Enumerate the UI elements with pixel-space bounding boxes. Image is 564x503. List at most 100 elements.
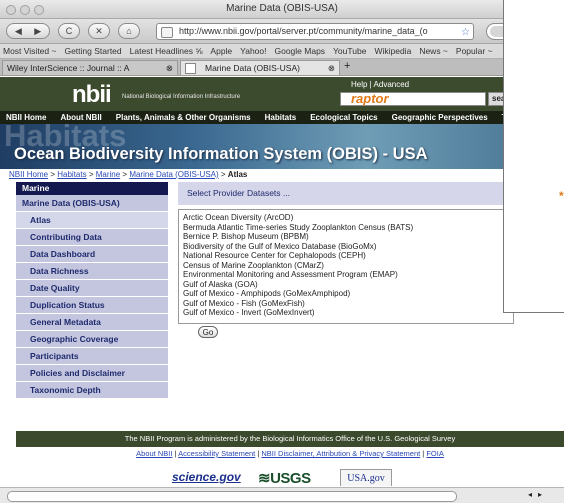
dataset-option[interactable]: Bernice P. Bishop Museum (BPBM)	[183, 232, 513, 242]
bookmark-item[interactable]: Yahoo!	[240, 46, 266, 56]
sidebar-item-policies-and-disclaimer[interactable]: Policies and Disclaimer	[16, 365, 168, 382]
dataset-option[interactable]: Gulf of Mexico - Amphipods (GoMexAmphipo…	[183, 289, 513, 299]
bookmark-item[interactable]: Google Maps	[274, 46, 325, 56]
go-button[interactable]: Go	[198, 326, 218, 338]
tab-wiley[interactable]: Wiley InterScience :: Journal :: A ⊗	[2, 60, 178, 75]
page-icon	[185, 63, 196, 74]
top-nav-link[interactable]: Ecological Topics	[310, 113, 377, 122]
stop-icon: ✕	[95, 26, 103, 36]
bookmark-item[interactable]: News ~	[419, 46, 448, 56]
top-nav-link[interactable]: Plants, Animals & Other Organisms	[116, 113, 251, 122]
top-nav-link[interactable]: Habitats	[265, 113, 297, 122]
forward-icon[interactable]: ▶	[34, 26, 41, 36]
usa-gov-logo[interactable]: USA.gov	[340, 469, 392, 486]
close-tab-icon[interactable]: ⊗	[166, 61, 173, 75]
footer-link[interactable]: FOIA	[426, 449, 444, 458]
sidebar-header[interactable]: Marine	[16, 182, 168, 195]
raptor-search-logo: raptor	[351, 91, 389, 106]
bookmark-item[interactable]: Most Visited ~	[3, 46, 56, 56]
navigation-toolbar: ◀ ▶ C ✕ ⌂ http://www.nbii.gov/portal/ser…	[0, 19, 564, 44]
footer-link[interactable]: NBII Disclaimer, Attribution & Privacy S…	[261, 449, 420, 458]
reload-button[interactable]: C	[58, 23, 80, 39]
home-button[interactable]: ⌂	[118, 23, 140, 39]
dataset-option[interactable]: Bermuda Atlantic Time-series Study Zoopl…	[183, 223, 513, 233]
sidebar-item-general-metadata[interactable]: General Metadata	[16, 314, 168, 331]
window-title-bar: Marine Data (OBIS-USA)	[0, 0, 564, 19]
sidebar-item-data-richness[interactable]: Data Richness	[16, 263, 168, 280]
footer-banner: The NBII Program is administered by the …	[16, 431, 564, 447]
bookmark-item[interactable]: Apple	[210, 46, 232, 56]
sidebar-item-atlas[interactable]: Atlas	[16, 212, 168, 229]
dataset-option[interactable]: Gulf of Alaska (GOA)	[183, 280, 513, 290]
url-field[interactable]: http://www.nbii.gov/portal/server.pt/com…	[156, 23, 474, 40]
dataset-option[interactable]: Environmental Monitoring and Assessment …	[183, 270, 513, 280]
site-search-input[interactable]: raptor	[340, 91, 486, 106]
provider-datasets-listbox[interactable]: Arctic Ocean Diversity (ArcOD) Bermuda At…	[178, 209, 514, 324]
banner-title: Ocean Biodiversity Information System (O…	[14, 145, 428, 163]
url-text: http://www.nbii.gov/portal/server.pt/com…	[179, 26, 428, 36]
sidebar-item-duplication-status[interactable]: Duplication Status	[16, 297, 168, 314]
footer-links: About NBII | Accessibility Statement | N…	[136, 449, 444, 458]
sidebar-item-date-quality[interactable]: Date Quality	[16, 280, 168, 297]
scroll-right-icon[interactable]: ▸	[538, 490, 542, 499]
window-title: Marine Data (OBIS-USA)	[226, 3, 338, 14]
footer-link[interactable]: Accessibility Statement	[178, 449, 255, 458]
tab-label: Wiley InterScience :: Journal :: A	[7, 63, 130, 73]
usgs-wave-icon: ≋	[258, 470, 271, 486]
tab-label: Marine Data (OBIS-USA)	[205, 63, 300, 73]
close-tab-icon[interactable]: ⊗	[328, 61, 335, 75]
back-icon[interactable]: ◀	[15, 26, 22, 36]
bookmarks-bar: Most Visited ~ Getting Started Latest Head…	[0, 44, 564, 59]
web-page: nbii National Biological Information Inf…	[0, 77, 564, 486]
sidebar-item-geographic-coverage[interactable]: Geographic Coverage	[16, 331, 168, 348]
nbii-logo-subtitle: National Biological Information Infrastr…	[122, 94, 241, 100]
dataset-option[interactable]: Arctic Ocean Diversity (ArcOD)	[183, 213, 513, 223]
back-forward-buttons[interactable]: ◀ ▶	[6, 23, 50, 39]
sidebar-item-contributing-data[interactable]: Contributing Data	[16, 229, 168, 246]
sidebar-item-taxonomic-depth[interactable]: Taxonomic Depth	[16, 382, 168, 399]
nbii-logo[interactable]: nbii	[72, 81, 112, 109]
bookmark-item[interactable]: Popular ~	[456, 46, 493, 56]
tab-marine-data[interactable]: Marine Data (OBIS-USA) ⊗	[180, 60, 340, 75]
breadcrumb-current: Atlas	[227, 170, 248, 179]
dataset-option[interactable]: Gulf of Mexico - Invert (GoMexInvert)	[183, 308, 513, 318]
new-tab-button[interactable]: +	[344, 60, 350, 73]
breadcrumb-link[interactable]: Habitats	[57, 170, 86, 179]
sidebar-item-data-dashboard[interactable]: Data Dashboard	[16, 246, 168, 263]
sidebar-item-marine-data[interactable]: Marine Data (OBIS-USA)	[16, 195, 168, 212]
dataset-option[interactable]: Census of Marine Zooplankton (CMarZ)	[183, 261, 513, 271]
scrollbar-thumb[interactable]	[7, 491, 457, 502]
footer-link[interactable]: About NBII	[136, 449, 172, 458]
usgs-logo[interactable]: ≋USGS	[258, 469, 311, 486]
breadcrumb-link[interactable]: Marine Data (OBIS-USA)	[129, 170, 218, 179]
tab-strip: Wiley InterScience :: Journal :: A ⊗ Mar…	[0, 59, 564, 76]
sidebar-item-list: Atlas Contributing Data Data Dashboard Data…	[16, 212, 168, 399]
obis-banner: Habitats Ocean Biodiversity Information …	[0, 118, 564, 169]
dataset-option[interactable]: National Resource Center for Cephalopods…	[183, 251, 513, 261]
reload-icon: C	[65, 26, 73, 36]
sidebar-item-participants[interactable]: Participants	[16, 348, 168, 365]
dataset-option[interactable]: Biodiversity of the Gulf of Mexico Datab…	[183, 242, 513, 252]
home-icon: ⌂	[126, 26, 132, 36]
site-favicon-icon	[161, 27, 173, 38]
stop-button[interactable]: ✕	[88, 23, 110, 39]
nbii-header: nbii National Biological Information Inf…	[0, 77, 564, 111]
top-nav-link[interactable]: Geographic Perspectives	[392, 113, 488, 122]
help-advanced-links[interactable]: Help | Advanced	[351, 80, 409, 89]
bookmark-star-icon[interactable]: ☆	[461, 25, 470, 39]
bookmark-item[interactable]: Wikipedia	[374, 46, 411, 56]
breadcrumb-link[interactable]: NBII Home	[9, 170, 48, 179]
window-mark: *	[559, 189, 564, 203]
background-window[interactable]: *	[503, 0, 564, 313]
breadcrumb-link[interactable]: Marine	[96, 170, 120, 179]
science-gov-logo[interactable]: science.gov	[172, 470, 241, 484]
horizontal-scrollbar[interactable]: ◂ ▸	[0, 487, 564, 503]
sidebar-nav: Marine Marine Data (OBIS-USA) Atlas Contr…	[16, 182, 168, 399]
bookmark-item[interactable]: Getting Started	[64, 46, 121, 56]
scroll-left-icon[interactable]: ◂	[528, 490, 532, 499]
bookmark-item[interactable]: Latest Headlines ⅝	[130, 46, 203, 56]
bookmark-item[interactable]: YouTube	[333, 46, 366, 56]
breadcrumb: NBII Home > Habitats > Marine > Marine D…	[9, 170, 248, 179]
dataset-option[interactable]: Gulf of Mexico - Fish (GoMexFish)	[183, 299, 513, 309]
usgs-logo-text: USGS	[270, 470, 311, 486]
